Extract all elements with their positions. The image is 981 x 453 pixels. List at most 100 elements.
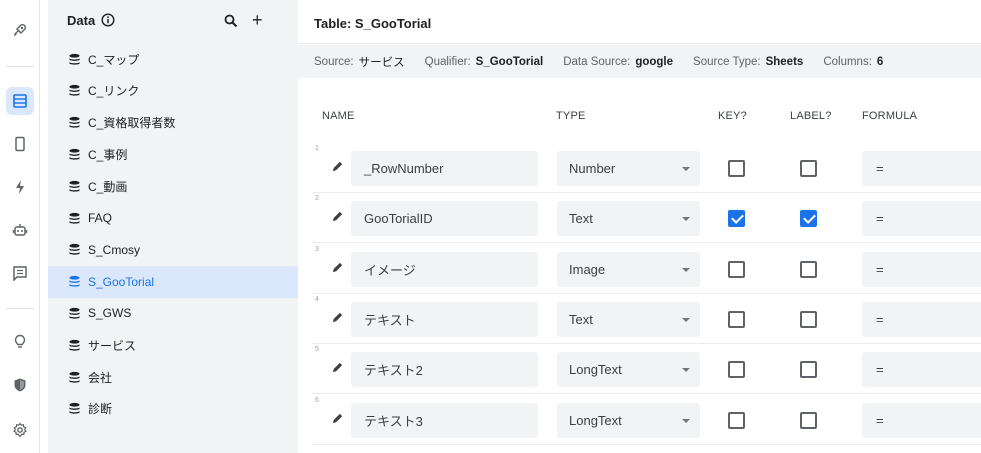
label-checkbox[interactable] [800,210,817,228]
gear-icon[interactable] [6,416,34,444]
datasource-value: google [635,55,674,68]
sidebar-table-label: C_マップ [88,52,140,67]
rocket-icon[interactable] [6,16,34,44]
column-name-field[interactable]: イメージ [351,251,538,287]
column-type-select[interactable]: LongText [557,402,700,438]
column-name-value: _RowNumber [364,161,444,176]
database-icon [68,307,81,320]
shield-icon[interactable] [6,371,34,399]
add-table-button[interactable]: + [252,11,263,29]
sidebar-table-item[interactable]: S_GWS [48,297,298,329]
database-icon [68,180,81,193]
sidebar-title: Data [67,13,96,28]
label-checkbox[interactable] [800,361,817,379]
bolt-icon[interactable] [6,173,34,201]
edit-pencil-icon[interactable] [331,412,344,425]
lightbulb-icon[interactable] [6,328,34,356]
formula-field[interactable]: = [862,201,981,237]
formula-field[interactable]: = [862,402,981,438]
column-type-select[interactable]: Number [557,151,700,186]
table-header: Table: S_GooTorial [298,0,981,44]
edit-pencil-icon[interactable] [331,361,344,374]
sidebar-header: Data + [48,0,298,44]
sidebar-table-item[interactable]: 診断 [48,393,298,425]
edit-pencil-icon[interactable] [331,160,344,173]
sidebar-table-label: サービス [88,338,137,353]
key-checkbox[interactable] [728,160,745,177]
column-type-value: Text [569,311,593,327]
row-index: 1 [315,145,319,152]
sidebar-table-label: C_動画 [88,179,128,194]
key-checkbox[interactable] [728,361,745,379]
sidebar-table-item[interactable]: 会社 [48,361,298,393]
qualifier-label: Qualifier: [424,55,471,68]
formula-field[interactable]: = [862,301,981,337]
label-checkbox[interactable] [800,411,817,429]
formula-value: = [876,311,884,327]
sidebar-table-item[interactable]: FAQ [48,202,298,234]
key-checkbox[interactable] [728,260,745,278]
label-checkbox[interactable] [800,310,817,328]
rail-divider [6,66,34,67]
key-checkbox[interactable] [728,210,745,228]
key-checkbox[interactable] [728,310,745,328]
column-type-select[interactable]: LongText [557,352,700,388]
column-row: 1 _RowNumber Number = [312,143,981,193]
sidebar-table-label: C_資格取得者数 [88,116,176,131]
sidebar-table-item[interactable]: C_リンク [48,75,298,107]
edit-pencil-icon[interactable] [331,210,344,223]
columns-label: Columns: [823,55,872,68]
column-type-select[interactable]: Text [557,201,700,237]
sidebar-table-item[interactable]: C_動画 [48,170,298,202]
column-type-value: Number [569,161,616,176]
source-value[interactable]: サービス [359,54,405,70]
column-row: 6 テキスト3 LongText = [312,395,981,445]
sidebar-table-label: FAQ [88,211,113,225]
sidebar-table-item[interactable]: S_GooTorial [48,265,298,298]
row-index: 5 [315,346,319,354]
sidebar-table-item[interactable]: C_事例 [48,138,298,170]
table-editor: Table: S_GooTorial Source: サービス Qualifie… [298,0,981,453]
key-checkbox[interactable] [728,411,745,429]
column-row: 4 テキスト Text = [312,294,981,344]
sidebar-table-item[interactable]: サービス [48,329,298,361]
search-icon[interactable] [223,13,239,29]
sourcetype-label: Source Type: [693,55,761,68]
info-icon[interactable] [101,13,115,27]
phone-icon[interactable] [6,130,34,158]
sidebar-table-label: 診断 [88,402,113,417]
sidebar-table-label: S_GWS [88,306,132,321]
datasource-label: Data Source: [563,55,631,68]
chevron-down-icon [682,317,690,322]
formula-field[interactable]: = [862,352,981,388]
column-row: 2 GooTorialID Text = [312,193,981,244]
formula-value: = [876,362,884,378]
sidebar-table-item[interactable]: S_Cmosy [48,234,298,266]
edit-pencil-icon[interactable] [331,311,344,324]
table-icon[interactable] [6,87,34,115]
chevron-down-icon [682,267,690,272]
formula-field[interactable]: = [862,151,981,186]
column-name-field[interactable]: テキスト3 [351,402,538,438]
edit-pencil-icon[interactable] [331,261,344,274]
sidebar-table-item[interactable]: C_マップ [48,43,298,75]
sidebar-table-item[interactable]: C_資格取得者数 [48,107,298,139]
formula-value: = [876,412,884,428]
column-name-field[interactable]: テキスト2 [351,352,538,388]
comment-icon[interactable] [6,259,34,287]
column-header-type: TYPE [556,110,586,122]
robot-icon[interactable] [6,216,34,244]
column-name-field[interactable]: テキスト [351,301,538,337]
label-checkbox[interactable] [800,260,817,278]
column-name-field[interactable]: GooTorialID [351,201,538,237]
column-name-value: GooTorialID [364,211,433,227]
column-type-select[interactable]: Image [557,251,700,287]
database-icon [68,275,81,288]
source-label: Source: [314,55,354,68]
column-type-select[interactable]: Text [557,301,700,337]
column-name-field[interactable]: _RowNumber [351,151,538,186]
column-name-value: イメージ [364,262,416,278]
sidebar-table-label: C_リンク [88,84,140,99]
label-checkbox[interactable] [800,160,817,177]
formula-field[interactable]: = [862,251,981,287]
